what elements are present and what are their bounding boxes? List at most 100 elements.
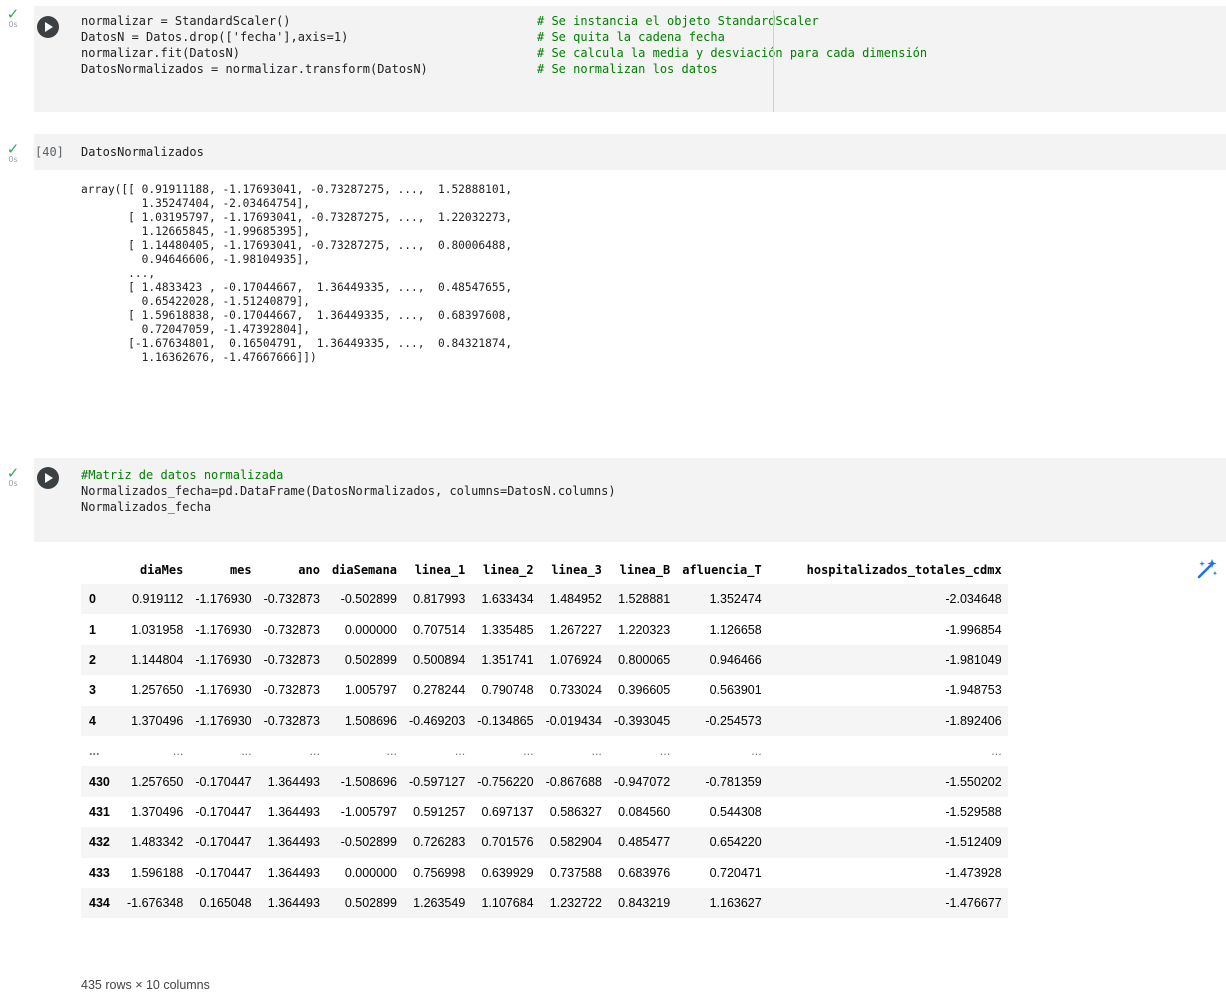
table-cell: 1.107684 (481, 896, 534, 911)
table-cell: -1.176930 (195, 713, 252, 728)
column-header: linea_2 (483, 563, 534, 577)
code-comment: # Se instancia el objeto StandardScaler (537, 14, 819, 28)
table-cell: -0.170447 (195, 804, 252, 819)
success-check-icon: ✓ (6, 5, 20, 23)
table-cell: 1.144804 (131, 652, 184, 667)
code-editor-2[interactable]: DatosNormalizados (81, 144, 204, 160)
table-cell: 1.596188 (131, 865, 184, 880)
dataframe-table: diaMes mes ano diaSemana linea_1 linea_2… (81, 556, 1008, 919)
table-cell: 0.544308 (709, 804, 762, 819)
table-cell: 0.726283 (413, 835, 466, 850)
row-index: 434 (89, 896, 110, 911)
code-cell-2[interactable] (34, 134, 1226, 170)
code-editor-3[interactable]: #Matriz de datos normalizada Normalizados… (81, 467, 616, 515)
table-cell: -0.502899 (340, 835, 397, 850)
row-index: 3 (89, 683, 96, 698)
row-index: 431 (89, 804, 110, 819)
code-comment: # Se quita la cadena fecha (537, 30, 725, 44)
table-cell: -0.732873 (263, 713, 320, 728)
table-cell: -1.176930 (195, 622, 252, 637)
table-cell: 0.500894 (413, 652, 466, 667)
table-cell: ... (591, 744, 602, 759)
column-header: mes (229, 563, 252, 577)
table-cell: 0.563901 (709, 683, 762, 698)
table-cell: -0.781359 (705, 774, 762, 789)
run-cell-button[interactable] (37, 467, 59, 489)
table-cell: 0.396605 (618, 683, 671, 698)
execution-duration: 0s (8, 20, 18, 29)
dataframe-output: diaMes mes ano diaSemana linea_1 linea_2… (81, 556, 1008, 919)
table-cell: -1.948753 (945, 683, 1002, 698)
table-cell: ... (751, 744, 762, 759)
table-cell: 1.126658 (709, 622, 762, 637)
column-header: linea_3 (551, 563, 602, 577)
code-line: normalizar = StandardScaler() (81, 14, 291, 28)
table-cell: -0.019434 (545, 713, 602, 728)
table-cell: -1.176930 (195, 652, 252, 667)
code-line: DatosN = Datos.drop(['fecha'],axis=1) (81, 30, 349, 44)
table-cell: 1.633434 (481, 592, 534, 607)
row-index: 433 (89, 865, 110, 880)
code-comment: # Se calcula la media y desviación para … (537, 46, 928, 60)
column-header: linea_1 (414, 563, 466, 577)
table-cell: -1.176930 (195, 683, 252, 698)
table-cell: -1.529588 (945, 804, 1002, 819)
cell-3-status: ✓ 0s (3, 466, 23, 489)
table-cell: 1.370496 (131, 804, 184, 819)
table-cell: -1.005797 (340, 804, 397, 819)
table-cell: 1.257650 (131, 774, 184, 789)
table-row: 432 1.483342 -0.170447 1.364493 -0.502899 0.7… (81, 827, 1008, 858)
table-cell: 1.364493 (267, 865, 320, 880)
column-header: hospitalizados_totales_cdmx (806, 563, 1002, 577)
table-cell: 1.335485 (481, 622, 534, 637)
table-cell: ... (172, 744, 184, 759)
table-cell: 1.364493 (267, 835, 320, 850)
code-line: Normalizados_fecha (81, 500, 212, 514)
dataframe-shape: 435 rows × 10 columns (81, 978, 210, 992)
table-cell: -0.732873 (263, 652, 320, 667)
table-cell: 0.919112 (132, 592, 184, 607)
table-cell: 0.591257 (413, 804, 466, 819)
code-line: DatosNormalizados = normalizar.transform… (81, 62, 428, 76)
table-cell: -1.176930 (195, 592, 252, 607)
table-cell: ... (386, 744, 397, 759)
table-row: 0 0.919112 -1.176930 -0.732873 -0.502899 0.81… (81, 584, 1008, 615)
table-cell: -2.034648 (945, 592, 1002, 607)
table-cell: 1.364493 (267, 896, 320, 911)
table-cell: 1.364493 (267, 804, 320, 819)
table-cell: 1.005797 (344, 683, 397, 698)
table-cell: 0.000000 (344, 622, 397, 637)
table-cell: -0.254573 (705, 713, 762, 728)
table-header-row: diaMes mes ano diaSemana linea_1 linea_2… (81, 556, 1008, 584)
table-row: 431 1.370496 -0.170447 1.364493 -1.005797 0.5… (81, 796, 1008, 828)
row-index: 0 (89, 592, 96, 607)
table-cell: 1.031958 (131, 622, 184, 637)
table-cell: -0.732873 (263, 683, 320, 698)
table-cell: -1.892406 (945, 713, 1002, 728)
run-cell-button[interactable] (37, 16, 59, 38)
table-cell: ... (309, 744, 320, 759)
code-comment: # Se normalizan los datos (537, 62, 718, 76)
table-row: 4 1.370496 -1.176930 -0.732873 1.508696 -0.46… (81, 705, 1008, 736)
success-check-icon: ✓ (6, 140, 20, 158)
table-cell: -1.996854 (945, 622, 1002, 637)
table-row: 2 1.144804 -1.176930 -0.732873 0.502899 0.500… (81, 644, 1008, 676)
table-cell: 0.720471 (709, 865, 762, 880)
table-cell: -0.597127 (408, 774, 466, 789)
table-cell: -0.170447 (195, 774, 252, 789)
code-editor-1[interactable]: normalizar = StandardScaler() DatosN = Da… (81, 13, 428, 77)
magic-wand-icon[interactable] (1194, 556, 1220, 582)
row-index: 432 (89, 835, 110, 850)
table-cell: -1.476677 (945, 896, 1002, 911)
table-cell: 1.352474 (709, 592, 762, 607)
table-row: 433 1.596188 -0.170447 1.364493 0.000000 0.75… (81, 857, 1008, 888)
table-cell: ... (454, 744, 466, 759)
table-cell: 0.582904 (549, 835, 602, 850)
column-header: afluencia_T (682, 563, 762, 577)
column-header: diaMes (139, 563, 184, 577)
table-cell: 0.946466 (709, 652, 762, 667)
table-row: 434 -1.676348 0.165048 1.364493 0.502899 1.26… (81, 887, 1008, 919)
code-comments-1[interactable]: # Se instancia el objeto StandardScaler #… (537, 13, 927, 77)
row-index: 1 (89, 622, 96, 637)
table-row: 1 1.031958 -1.176930 -0.732873 0.000000 0.707… (81, 614, 1008, 645)
